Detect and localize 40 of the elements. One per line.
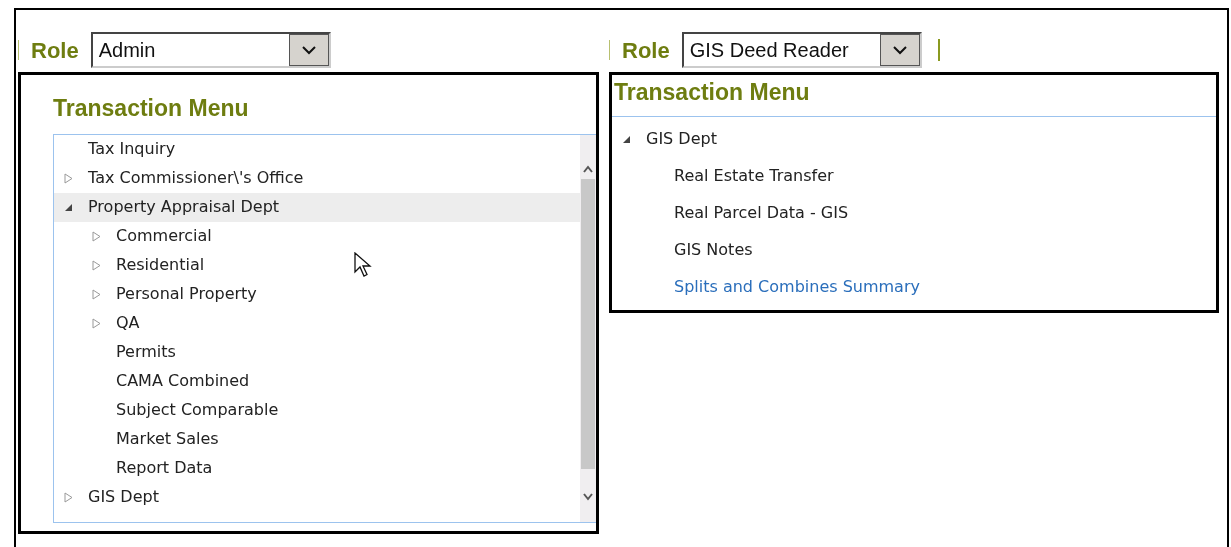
tree-item-label[interactable]: Permits: [116, 340, 176, 364]
tree-item-label[interactable]: Property Appraisal Dept: [88, 195, 280, 219]
chevron-down-icon: [892, 45, 907, 55]
collapsed-triangle-icon[interactable]: [64, 172, 73, 184]
mouse-pointer-icon: [354, 252, 372, 278]
chevron-down-icon: [301, 45, 316, 55]
tree-item-label[interactable]: Report Data: [116, 456, 213, 480]
tree-item-label[interactable]: Market Sales: [116, 427, 219, 451]
tree-item-label[interactable]: Real Estate Transfer: [674, 164, 834, 188]
role-label: Role: [31, 36, 79, 65]
collapsed-triangle-icon[interactable]: [92, 230, 101, 242]
tree-item-label[interactable]: Subject Comparable: [116, 398, 279, 422]
scrollbar-thumb[interactable]: [581, 178, 595, 469]
tree-item-label[interactable]: Personal Property: [116, 282, 257, 306]
collapsed-triangle-icon[interactable]: [92, 259, 101, 271]
tree-link[interactable]: Splits and Combines Summary: [674, 275, 920, 299]
tree-item-label[interactable]: GIS Dept: [646, 127, 717, 151]
scroll-up-icon[interactable]: [583, 164, 593, 173]
role-dropdown[interactable]: Admin: [90, 32, 331, 68]
scrollbar[interactable]: [580, 134, 596, 522]
expanded-triangle-icon[interactable]: [622, 134, 631, 144]
tree-item-label[interactable]: Real Parcel Data - GIS: [674, 201, 849, 225]
tree-item-label[interactable]: GIS Notes: [674, 238, 753, 262]
scroll-down-icon[interactable]: [583, 492, 593, 501]
collapsed-triangle-icon[interactable]: [64, 491, 73, 503]
tree-item-label[interactable]: Commercial: [116, 224, 212, 248]
tree-item-label[interactable]: Tax Inquiry: [88, 137, 176, 161]
role-dropdown[interactable]: GIS Deed Reader: [681, 32, 922, 68]
tree-item-label[interactable]: GIS Dept: [88, 485, 159, 509]
tree-item-label[interactable]: QA: [116, 311, 140, 335]
menu-title: Transaction Menu: [612, 75, 1216, 117]
expanded-triangle-icon[interactable]: [64, 202, 73, 212]
tree-item-label[interactable]: CAMA Combined: [116, 369, 250, 393]
collapsed-triangle-icon[interactable]: [92, 317, 101, 329]
role-label: Role: [622, 36, 670, 65]
tree-item-label[interactable]: Residential: [116, 253, 205, 277]
tree-item-label[interactable]: Tax Commissioner\'s Office: [88, 166, 304, 190]
menu-title: Transaction Menu: [53, 94, 250, 123]
collapsed-triangle-icon[interactable]: [92, 288, 101, 300]
tree-row[interactable]: Property Appraisal Dept: [54, 192, 580, 222]
